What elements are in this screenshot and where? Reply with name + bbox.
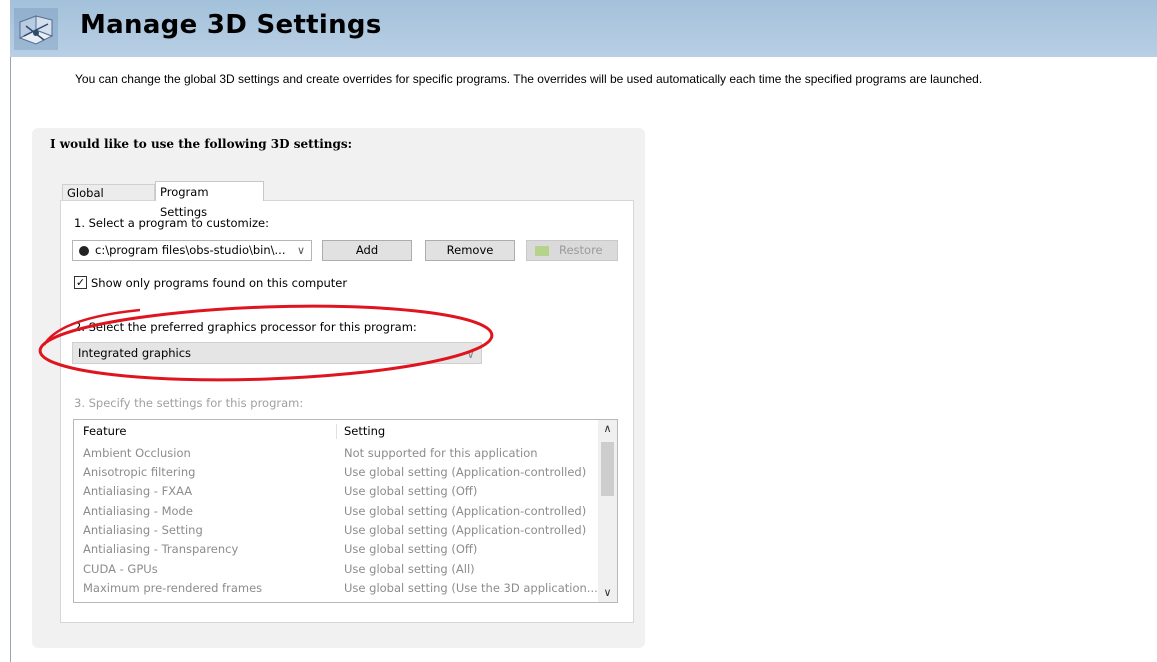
chevron-down-icon[interactable]: ∨ — [598, 584, 617, 602]
show-only-label: Show only programs found on this compute… — [91, 276, 348, 290]
tab-program-settings[interactable]: Program Settings — [155, 181, 264, 219]
program-select-value: c:\program files\obs-studio\bin\... — [95, 243, 286, 257]
row-setting: Use global setting (Use the 3D applicati… — [344, 581, 598, 595]
row-setting: Use global setting (Application-controll… — [344, 523, 587, 537]
row-feature: Antialiasing - Mode — [83, 504, 193, 518]
column-feature[interactable]: Feature — [83, 420, 126, 442]
graphics-processor-value: Integrated graphics — [78, 346, 192, 360]
remove-button[interactable]: Remove — [425, 240, 515, 261]
list-scrollbar[interactable]: ∧ ∨ — [598, 420, 617, 602]
table-row[interactable]: Antialiasing - Transparency Use global s… — [74, 540, 598, 559]
row-feature: Ambient Occlusion — [83, 446, 191, 460]
table-row[interactable]: Ambient Occlusion Not supported for this… — [74, 444, 598, 463]
row-setting: Use global setting (All) — [344, 562, 475, 576]
show-only-checkbox[interactable]: ✓ — [74, 276, 87, 289]
restore-button[interactable]: Restore — [526, 240, 618, 261]
row-feature: Antialiasing - FXAA — [83, 484, 193, 498]
table-row[interactable]: CUDA - GPUs Use global setting (All) — [74, 560, 598, 579]
page-title: Manage 3D Settings — [80, 10, 382, 40]
nvidia-3d-cube-icon — [14, 8, 58, 50]
table-row[interactable]: Antialiasing - Mode Use global setting (… — [74, 502, 598, 521]
chevron-up-icon[interactable]: ∧ — [598, 420, 617, 438]
row-setting: Use global setting (Off) — [344, 484, 478, 498]
program-select[interactable]: c:\program files\obs-studio\bin\... ∨ — [72, 240, 312, 261]
row-feature: Antialiasing - Setting — [83, 523, 203, 537]
table-row[interactable]: Anisotropic filtering Use global setting… — [74, 463, 598, 482]
nvidia-logo-icon — [535, 246, 549, 256]
row-setting: Use global setting (Application-controll… — [344, 504, 587, 518]
row-feature: CUDA - GPUs — [83, 562, 158, 576]
table-row[interactable]: Antialiasing - Setting Use global settin… — [74, 521, 598, 540]
table-row[interactable]: Maximum pre-rendered frames Use global s… — [74, 579, 598, 598]
page-description: You can change the global 3D settings an… — [75, 72, 983, 86]
row-feature: Antialiasing - Transparency — [83, 542, 239, 556]
window-left-border — [10, 0, 11, 662]
column-separator — [336, 424, 337, 439]
row-feature: Anisotropic filtering — [83, 465, 196, 479]
tab-global-settings[interactable]: Global Settings — [62, 184, 155, 216]
table-row[interactable]: Antialiasing - FXAA Use global setting (… — [74, 482, 598, 501]
column-setting[interactable]: Setting — [344, 420, 385, 442]
settings-list[interactable]: Feature Setting Ambient Occlusion Not su… — [73, 419, 618, 603]
restore-button-label: Restore — [559, 243, 603, 257]
add-button[interactable]: Add — [322, 240, 412, 261]
row-setting: Not supported for this application — [344, 446, 538, 460]
graphics-processor-select[interactable]: Integrated graphics ∨ — [72, 342, 482, 364]
step2-label: 2. Select the preferred graphics process… — [74, 320, 417, 334]
list-header: Feature Setting — [74, 420, 598, 442]
chevron-down-icon: ∨ — [466, 347, 475, 361]
scrollbar-thumb[interactable] — [601, 442, 614, 496]
settings-heading: I would like to use the following 3D set… — [50, 137, 353, 151]
obs-program-icon — [79, 246, 89, 256]
chevron-down-icon: ∨ — [296, 244, 305, 257]
step3-label: 3. Specify the settings for this program… — [74, 396, 304, 410]
row-setting: Use global setting (Off) — [344, 542, 478, 556]
row-feature: Maximum pre-rendered frames — [83, 581, 263, 595]
row-setting: Use global setting (Application-controll… — [344, 465, 587, 479]
